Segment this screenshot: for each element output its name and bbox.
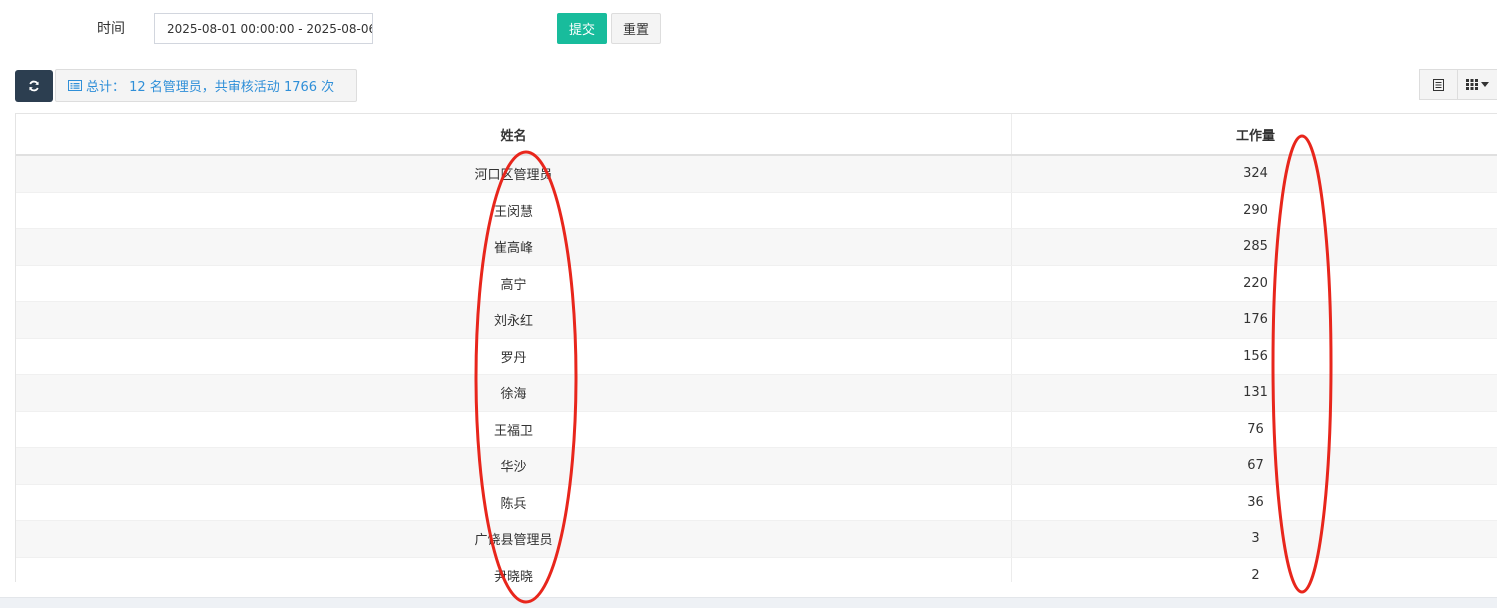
cell-workload: 67	[1011, 447, 1497, 485]
cell-workload: 176	[1011, 301, 1497, 339]
table-row[interactable]: 广饶县管理员 3	[16, 520, 1497, 558]
cell-name: 王闵慧	[16, 192, 1012, 229]
cell-workload: 2	[1011, 557, 1497, 582]
cell-workload: 290	[1011, 192, 1497, 229]
table-row[interactable]: 崔高峰 285	[16, 228, 1497, 266]
list-view-icon	[1433, 78, 1445, 91]
table-row[interactable]: 徐海 131	[16, 374, 1497, 412]
workload-table: 姓名 工作量 河口区管理员 324 王闵慧 290 崔高峰 285 高宁 220 刘永红 176 罗…	[15, 113, 1497, 582]
refresh-button[interactable]	[15, 70, 53, 102]
list-alt-icon	[68, 80, 82, 91]
cell-workload: 131	[1011, 374, 1497, 412]
cell-name: 华沙	[16, 447, 1012, 485]
table-tools	[1419, 69, 1497, 100]
cell-name: 徐海	[16, 374, 1012, 412]
columns-dropdown-button[interactable]	[1458, 70, 1497, 99]
cell-name: 广饶县管理员	[16, 520, 1012, 558]
table-row[interactable]: 陈兵 36	[16, 484, 1497, 521]
cell-workload: 36	[1011, 484, 1497, 521]
summary-text: 总计： 12 名管理员，共审核活动 1766 次	[86, 80, 335, 95]
table-body: 河口区管理员 324 王闵慧 290 崔高峰 285 高宁 220 刘永红 176 罗丹 156 徐海 1…	[16, 155, 1497, 582]
cell-name: 陈兵	[16, 484, 1012, 521]
time-label: 时间	[97, 21, 125, 37]
cell-name: 王福卫	[16, 411, 1012, 448]
table-header-row: 姓名 工作量	[16, 114, 1497, 156]
bottom-bar	[0, 597, 1497, 608]
cell-workload: 220	[1011, 265, 1497, 302]
cell-workload: 76	[1011, 411, 1497, 448]
time-range-input[interactable]: 2025-08-01 00:00:00 - 2025-08-06 2	[154, 13, 373, 44]
table-row[interactable]: 华沙 67	[16, 447, 1497, 485]
cell-name: 高宁	[16, 265, 1012, 302]
caret-down-icon	[1481, 82, 1490, 87]
refresh-icon	[29, 80, 39, 92]
toggle-view-button[interactable]	[1420, 70, 1459, 99]
cell-workload: 285	[1011, 228, 1497, 266]
table-row[interactable]: 河口区管理员 324	[16, 155, 1497, 193]
cell-name: 河口区管理员	[16, 155, 1012, 193]
cell-name: 罗丹	[16, 338, 1012, 375]
submit-button[interactable]: 提交	[557, 13, 607, 44]
table-row[interactable]: 高宁 220	[16, 265, 1497, 302]
summary-button[interactable]: 总计： 12 名管理员，共审核活动 1766 次	[55, 69, 357, 102]
cell-name: 尹晓晓	[16, 557, 1012, 582]
column-header-name[interactable]: 姓名	[16, 114, 1012, 156]
cell-name: 崔高峰	[16, 228, 1012, 266]
cell-workload: 324	[1011, 155, 1497, 193]
cell-workload: 156	[1011, 338, 1497, 375]
table-row[interactable]: 刘永红 176	[16, 301, 1497, 339]
cell-workload: 3	[1011, 520, 1497, 558]
grid-columns-icon	[1466, 79, 1479, 90]
table-row[interactable]: 王福卫 76	[16, 411, 1497, 448]
column-header-workload[interactable]: 工作量	[1011, 114, 1497, 156]
table-row[interactable]: 王闵慧 290	[16, 192, 1497, 229]
table-row[interactable]: 罗丹 156	[16, 338, 1497, 375]
page: 时间 2025-08-01 00:00:00 - 2025-08-06 2 提交…	[0, 0, 1497, 608]
cell-name: 刘永红	[16, 301, 1012, 339]
table-row[interactable]: 尹晓晓 2	[16, 557, 1497, 582]
reset-button[interactable]: 重置	[611, 13, 661, 44]
